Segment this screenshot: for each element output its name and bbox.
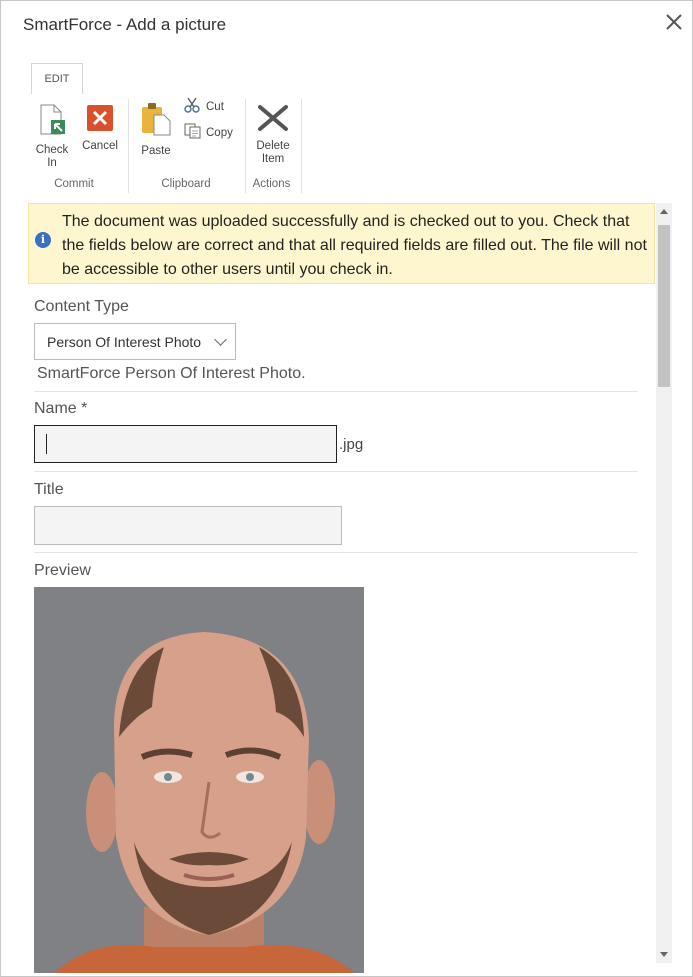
notice-text: The document was uploaded successfully a… [62, 213, 647, 278]
chevron-down-icon [214, 333, 227, 346]
dialog-title: SmartForce - Add a picture [23, 15, 227, 34]
divider [34, 552, 638, 553]
name-extension: .jpg [339, 436, 364, 453]
check-in-button[interactable]: Check In [33, 104, 71, 170]
form-scroll-area: i The document was uploaded successfully… [28, 203, 656, 973]
cut-button[interactable]: Cut [184, 97, 224, 116]
group-clipboard-label: Clipboard [161, 178, 211, 190]
check-in-icon [33, 104, 71, 140]
paste-label: Paste [141, 145, 171, 157]
content-type-description: SmartForce Person Of Interest Photo. [37, 365, 306, 382]
cut-label: Cut [206, 100, 224, 113]
scissors-icon [184, 97, 202, 116]
paste-button[interactable]: Paste [139, 101, 173, 158]
preview-image [34, 587, 364, 973]
copy-icon [184, 123, 202, 142]
title-input[interactable] [34, 506, 342, 545]
scrollbar-thumb[interactable] [658, 225, 670, 387]
cancel-icon [80, 104, 120, 136]
ribbon-separator [301, 99, 302, 193]
scroll-down-icon[interactable] [660, 952, 668, 957]
text-cursor [46, 434, 47, 454]
content-type-value: Person Of Interest Photo [47, 334, 202, 350]
delete-item-label: Delete Item [256, 140, 290, 165]
delete-item-button[interactable]: Delete Item [253, 104, 293, 166]
content-type-select[interactable]: Person Of Interest Photo [34, 323, 236, 360]
cancel-label: Cancel [82, 140, 118, 152]
check-in-label: Check In [35, 144, 69, 169]
group-actions-label: Actions [252, 178, 291, 190]
group-commit-label: Commit [54, 178, 94, 190]
delete-icon [253, 104, 293, 136]
add-picture-dialog: SmartForce - Add a picture EDIT Check In… [0, 0, 693, 977]
copy-button[interactable]: Copy [184, 123, 233, 142]
name-label: Name * [34, 400, 88, 417]
name-input[interactable] [34, 425, 337, 463]
content-type-label: Content Type [34, 298, 129, 315]
upload-notice: i The document was uploaded successfully… [28, 203, 655, 284]
scroll-up-icon[interactable] [660, 209, 668, 214]
close-icon[interactable] [663, 11, 685, 33]
divider [34, 471, 638, 472]
cancel-button[interactable]: Cancel [80, 104, 120, 153]
tab-edit[interactable]: EDIT [31, 63, 83, 94]
copy-label: Copy [206, 126, 233, 139]
info-icon: i [35, 232, 51, 248]
paste-icon [139, 101, 173, 141]
ribbon-separator [128, 99, 129, 193]
preview-label: Preview [34, 562, 91, 579]
vertical-scrollbar[interactable] [656, 203, 672, 963]
divider [34, 391, 638, 392]
title-label: Title [34, 481, 64, 498]
